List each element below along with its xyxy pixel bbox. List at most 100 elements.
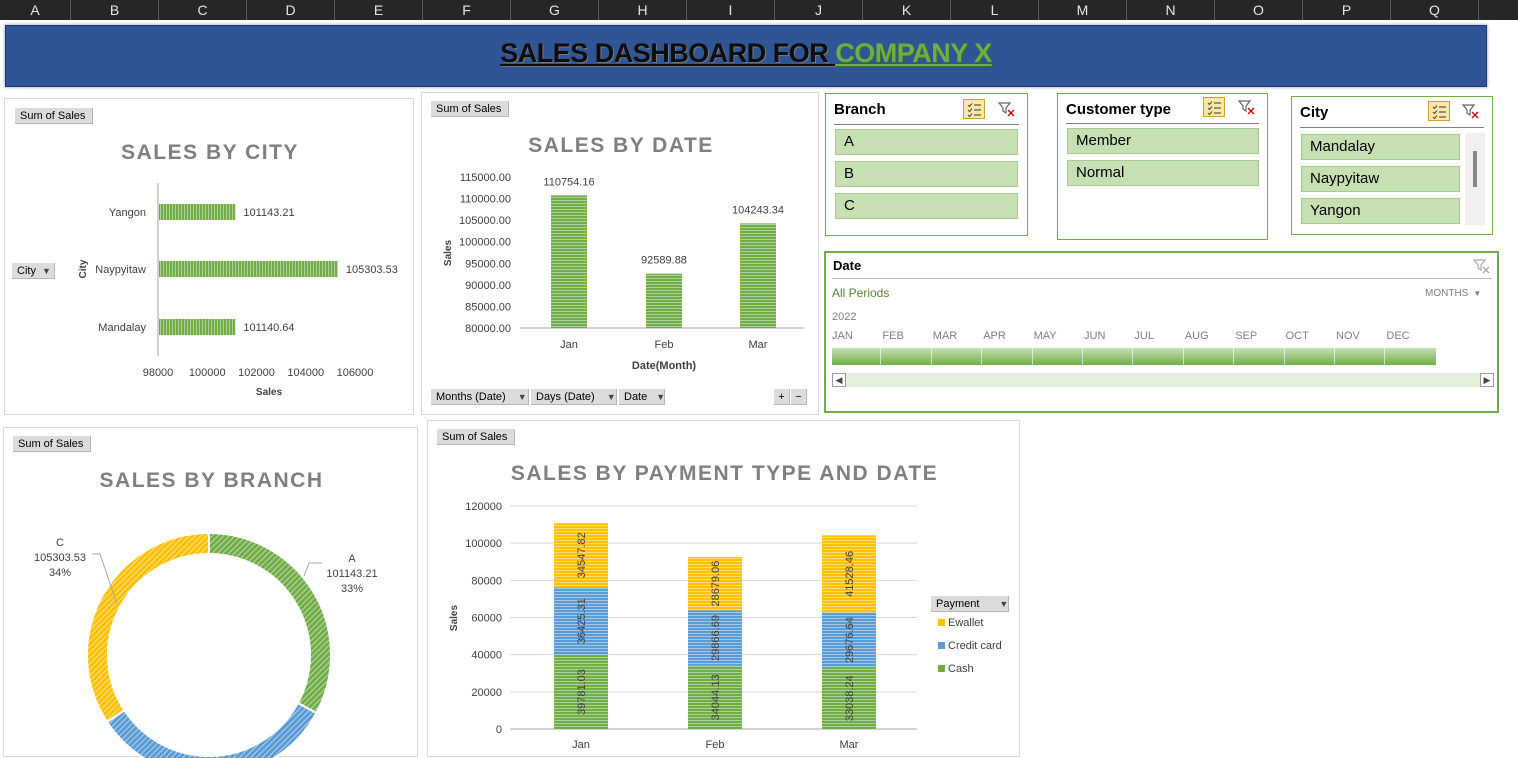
- slicer-item-normal[interactable]: Normal: [1067, 160, 1259, 186]
- date-timeline[interactable]: Date All Periods MONTHS ▼ 2022 JAN FEB MAR A…: [824, 251, 1499, 413]
- clear-filter-icon[interactable]: [996, 99, 1018, 119]
- column-header-g[interactable]: G: [511, 0, 599, 20]
- column-header-m[interactable]: M: [1039, 0, 1127, 20]
- payment-value-label: 33038.24: [844, 675, 856, 721]
- slicer-item-yangon[interactable]: Yangon: [1301, 198, 1460, 224]
- date-filter-button[interactable]: Date ▼: [619, 389, 665, 405]
- multi-select-icon[interactable]: [1203, 97, 1225, 117]
- column-header-q[interactable]: Q: [1391, 0, 1479, 20]
- customer-type-slicer[interactable]: Customer type Member Normal: [1057, 93, 1268, 240]
- collapse-field-button[interactable]: −: [791, 389, 807, 405]
- payment-legend-label: Cash: [948, 663, 974, 675]
- scroll-left-icon[interactable]: ◀: [832, 373, 846, 387]
- dropdown-arrow-icon: ▼: [1473, 289, 1482, 298]
- column-header-f[interactable]: F: [423, 0, 511, 20]
- payment-value-label: 39781.03: [576, 669, 588, 715]
- date-y-tick-label: 80000.00: [465, 323, 511, 335]
- clear-filter-glyph: [1237, 100, 1255, 115]
- timeline-month-mar[interactable]: MAR: [933, 330, 957, 342]
- column-header-a[interactable]: A: [0, 0, 71, 20]
- timeline-month-may[interactable]: MAY: [1034, 330, 1057, 342]
- timeline-month-apr[interactable]: APR: [983, 330, 1006, 342]
- timeline-month-jun[interactable]: JUN: [1084, 330, 1105, 342]
- timeline-month-divider: [1233, 348, 1235, 365]
- timeline-month-sep[interactable]: SEP: [1235, 330, 1257, 342]
- city-value-label: 105303.53: [346, 264, 398, 276]
- date-y-tick-label: 115000.00: [460, 172, 511, 184]
- timeline-month-dec[interactable]: DEC: [1386, 330, 1409, 342]
- timeline-month-oct[interactable]: OCT: [1286, 330, 1309, 342]
- column-header-o[interactable]: O: [1215, 0, 1303, 20]
- column-header-h[interactable]: H: [599, 0, 687, 20]
- payment-bar-feb-ewallet: [688, 556, 742, 611]
- slicer-header-divider: [834, 124, 1019, 125]
- timeline-month-divider: [1031, 348, 1033, 365]
- clear-filter-icon[interactable]: [1471, 256, 1493, 276]
- scroll-right-icon[interactable]: ▶: [1480, 373, 1494, 387]
- timeline-year: 2022: [832, 311, 857, 323]
- days-date-filter-label: Days (Date): [536, 391, 595, 403]
- city-x-tick-label: 106000: [337, 367, 374, 379]
- column-header-k[interactable]: K: [863, 0, 951, 20]
- sum-of-sales-field-button[interactable]: Sum of Sales: [15, 108, 93, 124]
- city-x-tick-label: 100000: [189, 367, 226, 379]
- multi-select-icon[interactable]: [963, 99, 985, 119]
- multi-select-glyph: [1207, 101, 1221, 116]
- column-header-n[interactable]: N: [1127, 0, 1215, 20]
- slicer-item-branch-a[interactable]: A: [835, 129, 1018, 155]
- city-slicer[interactable]: City Mandalay Naypyitaw Yangon: [1291, 96, 1493, 235]
- column-header-b[interactable]: B: [71, 0, 159, 20]
- city-chart-title: SALES BY CITY: [121, 141, 299, 164]
- slicer-item-naypyitaw[interactable]: Naypyitaw: [1301, 166, 1460, 192]
- branch-slice-separator: [105, 701, 318, 758]
- timeline-month-feb[interactable]: FEB: [882, 330, 903, 342]
- sum-of-sales-field-button[interactable]: Sum of Sales: [437, 429, 515, 445]
- slicer-item-member[interactable]: Member: [1067, 128, 1259, 154]
- dropdown-arrow-icon: ▼: [656, 392, 666, 402]
- title-company-name: COMPANY X: [835, 38, 992, 68]
- city-axis-field-button[interactable]: City ▼: [12, 263, 55, 279]
- payment-value-label: 36425.31: [576, 598, 588, 644]
- slicer-scrollbar[interactable]: [1465, 133, 1485, 225]
- slicer-item-branch-b[interactable]: B: [835, 161, 1018, 187]
- sales-by-date-chart[interactable]: Sum of Sales SALES BY DATE 80000.00 85000…: [421, 92, 819, 415]
- column-header-d[interactable]: D: [247, 0, 335, 20]
- column-header-i[interactable]: I: [687, 0, 775, 20]
- clear-filter-icon[interactable]: [1236, 97, 1258, 117]
- slicer-scrollbar-thumb[interactable]: [1473, 151, 1477, 187]
- branch-c-value-label: 105303.53: [34, 552, 86, 564]
- column-header-c[interactable]: C: [159, 0, 247, 20]
- payment-bar-mar-ewallet: [822, 535, 876, 613]
- timeline-selected-range-bar[interactable]: [832, 348, 1436, 365]
- clear-filter-icon[interactable]: [1460, 101, 1482, 121]
- days-date-filter-button[interactable]: Days (Date) ▼: [531, 389, 617, 405]
- column-header-j[interactable]: J: [775, 0, 863, 20]
- sales-by-payment-chart[interactable]: Sum of Sales SALES BY PAYMENT TYPE AND D…: [427, 420, 1020, 757]
- slicer-item-mandalay[interactable]: Mandalay: [1301, 134, 1460, 160]
- payment-y-tick-label: 60000: [471, 613, 502, 625]
- payment-legend-field-button[interactable]: Payment ▼: [931, 596, 1009, 612]
- branch-slicer[interactable]: Branch A B C: [825, 93, 1028, 236]
- column-header-p[interactable]: P: [1303, 0, 1391, 20]
- months-date-filter-button[interactable]: Months (Date) ▼: [431, 389, 529, 405]
- sum-of-sales-field-button[interactable]: Sum of Sales: [13, 436, 91, 452]
- date-y-tick-label: 100000.00: [459, 237, 511, 249]
- payment-category-label: Feb: [706, 739, 725, 751]
- date-value-label: 110754.16: [543, 176, 594, 188]
- date-y-tick-label: 110000.00: [460, 194, 511, 206]
- expand-field-button[interactable]: +: [774, 389, 790, 405]
- timeline-scrollbar[interactable]: ◀ ▶: [832, 373, 1494, 387]
- slicer-item-branch-c[interactable]: C: [835, 193, 1018, 219]
- sum-of-sales-field-button[interactable]: Sum of Sales: [431, 101, 509, 117]
- timeline-level-selector[interactable]: MONTHS ▼: [1425, 288, 1481, 299]
- column-header-l[interactable]: L: [951, 0, 1039, 20]
- sales-by-branch-chart[interactable]: Sum of Sales SALES BY BRANCH A 101143.21 3…: [3, 427, 418, 758]
- timeline-month-aug[interactable]: AUG: [1185, 330, 1209, 342]
- timeline-month-nov[interactable]: NOV: [1336, 330, 1360, 342]
- sales-by-city-chart[interactable]: Sum of Sales SALES BY CITY City ▼ Mandala…: [4, 98, 414, 415]
- multi-select-icon[interactable]: [1428, 101, 1450, 121]
- column-header-e[interactable]: E: [335, 0, 423, 20]
- timeline-month-jan[interactable]: JAN: [832, 330, 853, 342]
- timeline-month-jul[interactable]: JUL: [1134, 330, 1154, 342]
- timeline-level-label: MONTHS: [1425, 288, 1469, 299]
